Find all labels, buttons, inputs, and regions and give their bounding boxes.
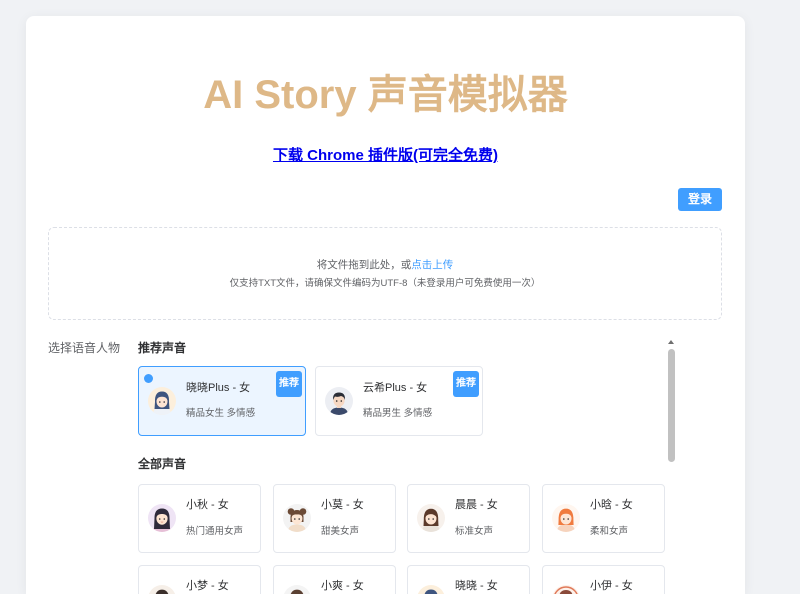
scrollbar-thumb[interactable] — [668, 349, 675, 462]
voice-card-yunxi-plus[interactable]: 云希Plus - 女 精品男生 多情感 推荐 — [315, 366, 483, 436]
voice-name: 小爽 - 女 — [321, 580, 364, 592]
voice-name: 晨晨 - 女 — [455, 499, 498, 511]
girl-avatar-icon — [148, 387, 176, 415]
upload-prompt-text: 将文件拖到此处，或 — [316, 259, 412, 271]
voice-desc: 精品女生 多情感 — [186, 408, 256, 419]
voice-name: 小梦 - 女 — [186, 580, 229, 592]
voice-list-panel: 推荐声音 晓晓Plus - 女 精品女生 多情感 推荐 云希Plus - 女 精… — [138, 338, 676, 594]
voice-card-xiaoqiu[interactable]: 小秋 - 女 热门通用女声 — [138, 484, 261, 553]
voice-name: 小莫 - 女 — [321, 499, 364, 511]
all-voices-heading: 全部声音 — [138, 457, 187, 471]
voice-desc: 标准女声 — [455, 526, 494, 537]
recommended-badge: 推荐 — [276, 371, 302, 397]
girl-avatar-icon — [552, 585, 580, 594]
voice-card-xiaoyi[interactable]: 小伊 - 女 — [542, 565, 665, 594]
upload-dropzone[interactable]: 将文件拖到此处，或点击上传 仅支持TXT文件，请确保文件编码为UTF-8（未登录… — [48, 227, 722, 320]
girl-avatar-icon — [148, 504, 176, 532]
voice-card-xiaoxiao-plus[interactable]: 晓晓Plus - 女 精品女生 多情感 推荐 — [138, 366, 306, 436]
voice-card-xiaoshuang[interactable]: 小爽 - 女 — [273, 565, 396, 594]
voice-desc: 精品男生 多情感 — [363, 408, 433, 419]
voice-name: 小秋 - 女 — [186, 499, 229, 511]
voice-name: 小晗 - 女 — [590, 499, 633, 511]
voice-card-xiaomeng[interactable]: 小梦 - 女 — [138, 565, 261, 594]
boy-avatar-icon — [325, 387, 353, 415]
voice-desc: 柔和女声 — [590, 526, 629, 537]
voice-name: 晓晓 - 女 — [455, 580, 498, 592]
voice-picker-label: 选择语音人物 — [48, 341, 121, 355]
selected-radio[interactable] — [144, 374, 153, 383]
voice-card-xiaomo[interactable]: 小莫 - 女 甜美女声 — [273, 484, 396, 553]
voice-list-scrollbar[interactable] — [667, 338, 676, 594]
girl-avatar-icon — [283, 504, 311, 532]
voice-card-chenchen[interactable]: 晨晨 - 女 标准女声 — [407, 484, 530, 553]
girl-avatar-icon — [148, 585, 176, 594]
voice-name: 云希Plus - 女 — [363, 382, 428, 394]
download-plugin-link[interactable]: 下载 Chrome 插件版(可完全免费) — [273, 147, 498, 164]
main-card: AI Story 声音模拟器 下载 Chrome 插件版(可完全免费) 登录 将… — [26, 16, 745, 594]
scroll-up-arrow-icon[interactable] — [668, 340, 674, 344]
girl-avatar-icon — [417, 504, 445, 532]
recommended-badge: 推荐 — [453, 371, 479, 397]
voice-desc: 热门通用女声 — [186, 526, 244, 537]
voice-desc: 甜美女声 — [321, 526, 360, 537]
girl-avatar-icon — [417, 585, 445, 594]
voice-card-xiaoxiao[interactable]: 晓晓 - 女 — [407, 565, 530, 594]
login-button[interactable]: 登录 — [678, 188, 722, 211]
page-title: AI Story 声音模拟器 — [203, 73, 568, 117]
click-upload-link[interactable]: 点击上传 — [411, 259, 453, 271]
girl-avatar-icon — [283, 585, 311, 594]
voice-name: 小伊 - 女 — [590, 580, 633, 592]
recommended-heading: 推荐声音 — [138, 341, 187, 355]
voice-card-xiaohan[interactable]: 小晗 - 女 柔和女声 — [542, 484, 665, 553]
upload-prompt: 将文件拖到此处，或点击上传 — [49, 258, 721, 272]
download-link-row: 下载 Chrome 插件版(可完全免费) — [26, 146, 745, 166]
upload-hint: 仅支持TXT文件，请确保文件编码为UTF-8（未登录用户可免费使用一次） — [229, 278, 541, 289]
voice-name: 晓晓Plus - 女 — [186, 382, 251, 394]
girl-avatar-icon — [552, 504, 580, 532]
